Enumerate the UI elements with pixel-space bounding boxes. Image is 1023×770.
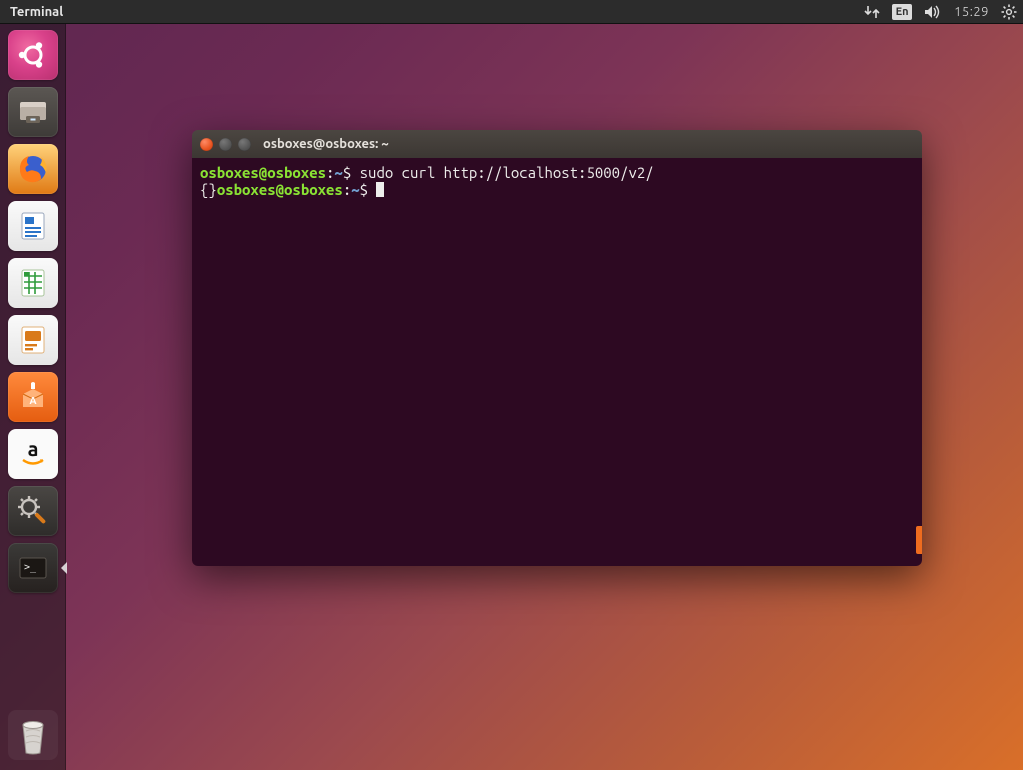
launcher-item-calc[interactable] bbox=[8, 258, 58, 308]
window-close-button[interactable] bbox=[200, 138, 213, 151]
prompt-user-host: osboxes@osboxes bbox=[200, 164, 326, 181]
launcher-item-files[interactable] bbox=[8, 87, 58, 137]
terminal-body[interactable]: osboxes@osboxes:~$ sudo curl http://loca… bbox=[192, 158, 922, 566]
launcher-item-terminal[interactable]: >_ bbox=[8, 543, 58, 593]
system-gear-icon[interactable] bbox=[1001, 4, 1017, 20]
keyboard-layout-indicator[interactable]: En bbox=[892, 4, 912, 20]
terminal-scrollbar-thumb[interactable] bbox=[916, 526, 922, 554]
prompt-path-2: ~ bbox=[351, 181, 359, 198]
launcher-item-impress[interactable] bbox=[8, 315, 58, 365]
ubuntu-icon bbox=[16, 38, 50, 72]
top-panel: Terminal En 15:29 bbox=[0, 0, 1023, 24]
svg-text:>_: >_ bbox=[24, 562, 37, 573]
terminal-cursor bbox=[376, 182, 384, 197]
impress-icon bbox=[15, 322, 51, 358]
writer-icon bbox=[15, 208, 51, 244]
launcher-item-trash[interactable] bbox=[8, 710, 58, 760]
prompt-path: ~ bbox=[334, 164, 342, 181]
launcher-item-amazon[interactable]: a bbox=[8, 429, 58, 479]
terminal-window: osboxes@osboxes: ~ osboxes@osboxes:~$ su… bbox=[192, 130, 922, 566]
trash-icon bbox=[13, 713, 53, 757]
prompt-symbol: $ bbox=[343, 164, 351, 181]
sound-icon[interactable] bbox=[924, 5, 942, 19]
files-icon bbox=[15, 94, 51, 130]
terminal-command-1: sudo curl http://localhost:5000/v2/ bbox=[360, 164, 654, 181]
window-controls bbox=[200, 138, 251, 151]
terminal-titlebar[interactable]: osboxes@osboxes: ~ bbox=[192, 130, 922, 158]
launcher-item-settings[interactable] bbox=[8, 486, 58, 536]
network-icon[interactable] bbox=[864, 5, 880, 19]
launcher-item-firefox[interactable] bbox=[8, 144, 58, 194]
calc-icon bbox=[15, 265, 51, 301]
unity-launcher: A a >_ bbox=[0, 24, 66, 770]
keyboard-layout-label: En bbox=[892, 4, 912, 20]
active-app-name: Terminal bbox=[10, 5, 63, 19]
launcher-item-dash[interactable] bbox=[8, 30, 58, 80]
launcher-item-software[interactable]: A bbox=[8, 372, 58, 422]
terminal-title: osboxes@osboxes: ~ bbox=[263, 137, 389, 151]
svg-text:a: a bbox=[27, 437, 38, 460]
window-minimize-button[interactable] bbox=[219, 138, 232, 151]
amazon-icon: a bbox=[16, 437, 50, 471]
launcher-item-writer[interactable] bbox=[8, 201, 58, 251]
terminal-output-1: {} bbox=[200, 181, 217, 198]
terminal-icon: >_ bbox=[15, 550, 51, 586]
settings-icon bbox=[15, 493, 51, 529]
prompt-user-host-2: osboxes@osboxes bbox=[217, 181, 343, 198]
svg-text:A: A bbox=[29, 395, 36, 406]
clock[interactable]: 15:29 bbox=[954, 5, 989, 19]
firefox-icon bbox=[13, 149, 53, 189]
window-maximize-button[interactable] bbox=[238, 138, 251, 151]
software-icon: A bbox=[15, 379, 51, 415]
indicator-area: En 15:29 bbox=[864, 4, 1017, 20]
